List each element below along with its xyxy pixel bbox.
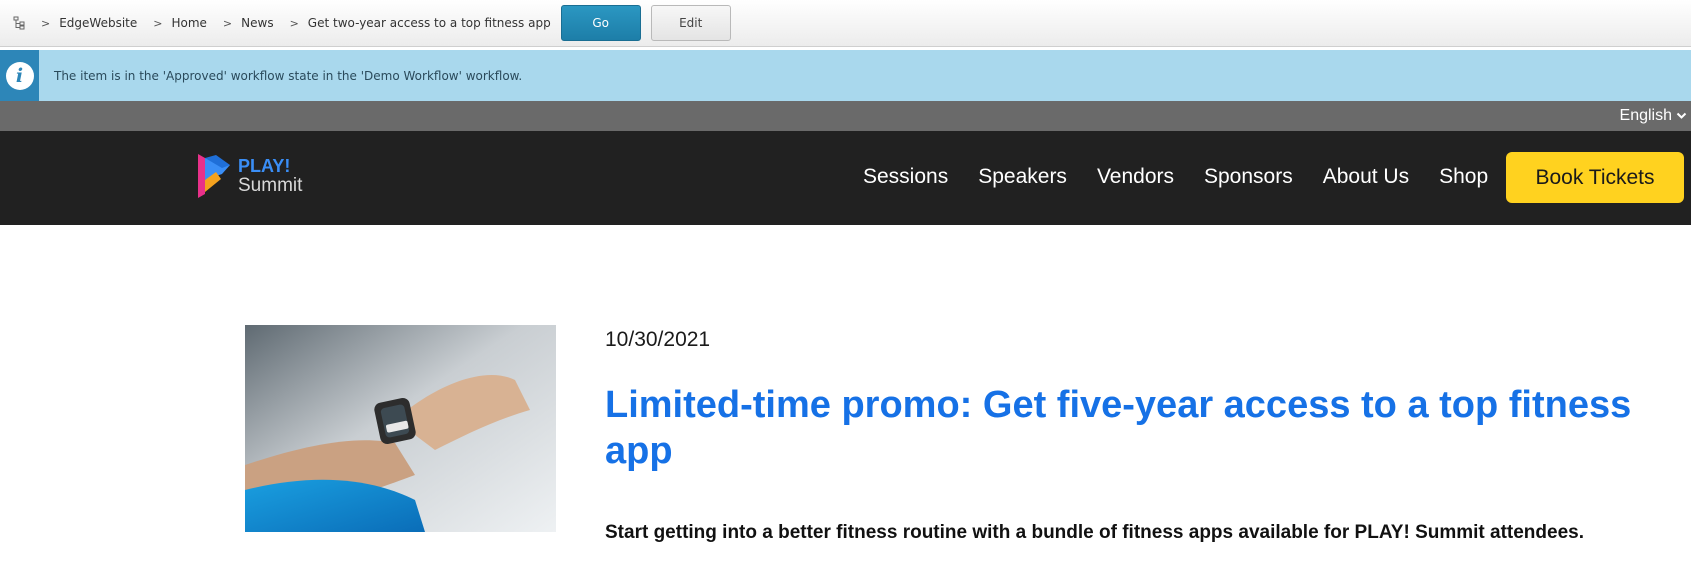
play-summit-logo[interactable]: PLAY! Summit	[196, 150, 316, 202]
breadcrumb-current-item[interactable]: > Get two-year access to a top fitness a…	[290, 16, 551, 30]
language-bar: English	[0, 101, 1691, 131]
chevron-right-icon: >	[222, 16, 233, 30]
article-summary: Start getting into a better fitness rout…	[605, 522, 1585, 543]
breadcrumb-label: Get two-year access to a top fitness app	[307, 16, 551, 30]
play-logo-icon	[198, 154, 230, 198]
content-tree-icon[interactable]	[13, 16, 27, 30]
breadcrumb-news[interactable]: > News	[223, 16, 274, 30]
logo-text-summit: Summit	[238, 175, 303, 196]
nav-shop[interactable]: Shop	[1439, 165, 1488, 189]
logo-text-play: PLAY!	[238, 156, 291, 176]
nav-vendors[interactable]: Vendors	[1097, 165, 1174, 189]
breadcrumb-edgewebsite[interactable]: > EdgeWebsite	[41, 16, 137, 30]
article-title[interactable]: Limited-time promo: Get five-year access…	[605, 382, 1665, 474]
smartwatch-photo	[245, 325, 556, 532]
breadcrumb-label: Home	[171, 16, 207, 30]
workflow-notification: i The item is in the 'Approved' workflow…	[0, 50, 1691, 101]
chevron-down-icon	[1676, 112, 1687, 119]
main-nav: Sessions Speakers Vendors Sponsors About…	[863, 165, 1518, 189]
chevron-right-icon: >	[153, 16, 163, 30]
nav-speakers[interactable]: Speakers	[978, 165, 1067, 189]
edit-button[interactable]: Edit	[650, 5, 731, 41]
workflow-message: The item is in the 'Approved' workflow s…	[54, 68, 523, 83]
chevron-right-icon: >	[41, 16, 51, 30]
site-header: PLAY! Summit Sessions Speakers Vendors S…	[0, 131, 1691, 225]
chevron-right-icon: >	[289, 16, 299, 30]
language-selector[interactable]: English	[1620, 107, 1687, 125]
nav-sessions[interactable]: Sessions	[863, 165, 948, 189]
article-image[interactable]	[245, 325, 556, 532]
go-button[interactable]: Go	[560, 5, 641, 41]
language-label: English	[1619, 107, 1672, 124]
breadcrumb-home[interactable]: > Home	[153, 16, 207, 30]
info-icon-box: i	[0, 50, 39, 101]
nav-sponsors[interactable]: Sponsors	[1204, 165, 1293, 189]
breadcrumb-label: News	[241, 16, 274, 30]
breadcrumb-label: EdgeWebsite	[59, 16, 138, 30]
info-icon: i	[5, 61, 34, 90]
book-tickets-button[interactable]: Book Tickets	[1506, 152, 1684, 203]
article-date: 10/30/2021	[605, 328, 711, 351]
nav-about-us[interactable]: About Us	[1323, 165, 1409, 189]
editor-ribbon: > EdgeWebsite > Home > News > Get two-ye…	[0, 0, 1691, 47]
